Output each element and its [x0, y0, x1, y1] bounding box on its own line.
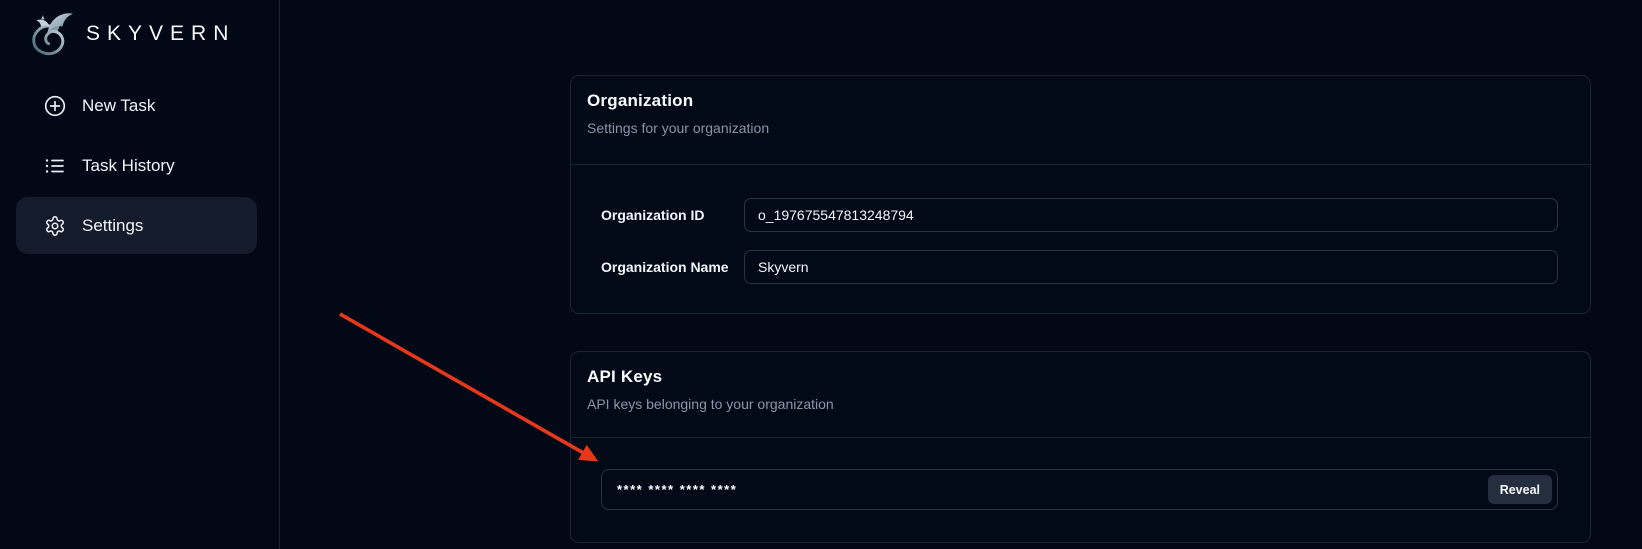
api-keys-title: API Keys	[587, 367, 1574, 387]
organization-title: Organization	[587, 91, 1574, 111]
organization-card: Organization Settings for your organizat…	[570, 75, 1591, 314]
api-keys-content: **** **** **** **** Reveal	[601, 469, 1558, 510]
sidebar-item-settings[interactable]: Settings	[16, 197, 257, 254]
sidebar-item-label: Settings	[82, 216, 143, 236]
divider	[571, 437, 1590, 438]
api-keys-subtitle: API keys belonging to your organization	[587, 396, 1574, 412]
organization-id-input[interactable]	[744, 198, 1558, 232]
organization-card-header: Organization Settings for your organizat…	[571, 76, 1590, 136]
sidebar-item-label: Task History	[82, 156, 175, 176]
sidebar-nav: New Task Task History Settings	[16, 77, 257, 257]
api-keys-card-header: API Keys API keys belonging to your orga…	[571, 352, 1590, 412]
api-key-field[interactable]: **** **** **** **** Reveal	[601, 469, 1558, 510]
organization-form: Organization ID Organization Name	[601, 198, 1558, 302]
logo[interactable]: SKYVERN	[0, 0, 279, 62]
sidebar: SKYVERN New Task Task History Settings	[0, 0, 280, 549]
divider	[571, 164, 1590, 165]
organization-name-label: Organization Name	[601, 259, 744, 275]
circle-plus-icon	[44, 95, 66, 117]
skyvern-settings-page: { "sidebar": { "logo_text": "SKYVERN", "…	[0, 0, 1642, 549]
skyvern-dragon-icon	[24, 8, 78, 60]
organization-name-row: Organization Name	[601, 250, 1558, 284]
organization-name-input[interactable]	[744, 250, 1558, 284]
logo-text: SKYVERN	[86, 22, 235, 46]
sidebar-item-task-history[interactable]: Task History	[16, 137, 257, 194]
list-icon	[44, 155, 66, 177]
reveal-button[interactable]: Reveal	[1488, 475, 1552, 504]
organization-id-label: Organization ID	[601, 207, 744, 223]
sidebar-item-label: New Task	[82, 96, 155, 116]
sidebar-item-new-task[interactable]: New Task	[16, 77, 257, 134]
organization-id-row: Organization ID	[601, 198, 1558, 232]
gear-icon	[44, 215, 66, 237]
api-keys-card: API Keys API keys belonging to your orga…	[570, 351, 1591, 543]
organization-subtitle: Settings for your organization	[587, 120, 1574, 136]
api-key-masked-value: **** **** **** ****	[617, 482, 737, 497]
